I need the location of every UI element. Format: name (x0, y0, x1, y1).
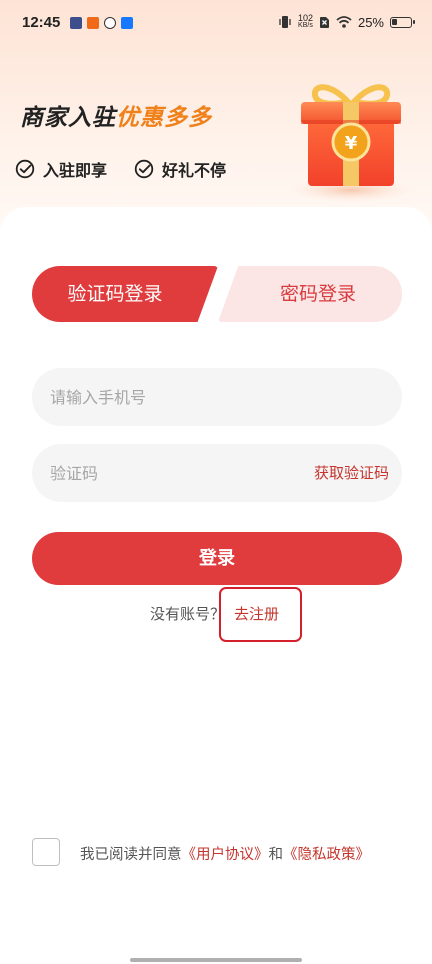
home-indicator[interactable] (130, 958, 302, 962)
phone-field (32, 368, 402, 426)
battery-icon (390, 16, 415, 28)
app-notification-icon (70, 17, 82, 29)
feature-item: 入驻即享 (15, 157, 107, 181)
privacy-policy-link[interactable]: 《隐私政策》 (283, 847, 370, 863)
feature-item: 好礼不停 (134, 157, 226, 181)
tab-password-login[interactable]: 密码登录 (218, 266, 402, 322)
register-highlight-box (219, 587, 302, 642)
gift-coin-symbol: ¥ (345, 133, 358, 154)
vibrate-icon (279, 16, 291, 28)
net-speed-value: 102 (297, 13, 313, 23)
alipay-notification-icon (121, 17, 133, 29)
gift-box-icon: ¥ (289, 84, 413, 202)
tab-sms-login-label: 验证码登录 (67, 283, 163, 305)
battery-percentage: 25% (357, 14, 384, 30)
verification-code-input[interactable] (32, 444, 282, 502)
no-sim-icon (319, 16, 329, 28)
feature-label: 好礼不停 (162, 161, 227, 180)
status-time: 12:45 (22, 14, 61, 31)
banner-title: 商家入驻优惠多多 (20, 98, 212, 132)
agreement-prefix: 我已阅读并同意 (80, 847, 182, 863)
net-speed: 102 KB/s (298, 14, 313, 30)
register-prompt: 没有账号？ (150, 605, 226, 623)
agreement-checkbox[interactable] (32, 838, 60, 866)
wifi-icon (336, 16, 352, 28)
phone-input[interactable] (32, 368, 402, 426)
code-field: 获取验证码 (32, 444, 402, 502)
tab-sms-login[interactable]: 验证码登录 (32, 266, 218, 322)
agreement-text: 我已阅读并同意《用户协议》和《隐私政策》 (80, 843, 370, 864)
tab-password-login-label: 密码登录 (279, 283, 356, 305)
app-notification-icon (104, 17, 116, 29)
login-button[interactable]: 登录 (32, 532, 402, 585)
check-circle-icon (134, 159, 154, 179)
status-indicators: 102 KB/s 25% (278, 14, 415, 30)
agreement-conjunction: 和 (268, 847, 284, 863)
banner-title-highlight: 优惠多多 (116, 105, 212, 131)
user-agreement-link[interactable]: 《用户协议》 (182, 847, 269, 863)
notification-icons (70, 17, 133, 29)
net-speed-unit: KB/s (298, 22, 313, 29)
get-code-button[interactable]: 获取验证码 (314, 444, 389, 502)
feature-label: 入驻即享 (43, 161, 108, 180)
app-notification-icon (87, 17, 99, 29)
check-circle-icon (15, 159, 35, 179)
status-bar: 12:45 102 KB/s 25% (0, 0, 432, 52)
banner-title-main: 商家入驻 (20, 105, 116, 131)
